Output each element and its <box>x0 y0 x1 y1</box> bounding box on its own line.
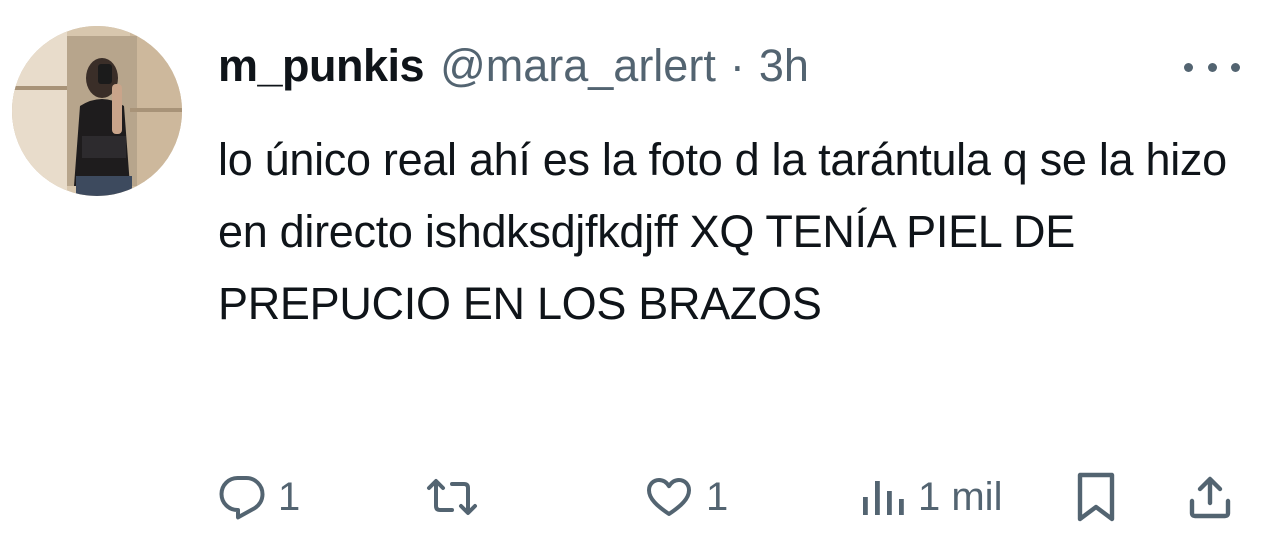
like-count: 1 <box>706 474 729 519</box>
timestamp[interactable]: 3h <box>759 36 809 96</box>
reply-button[interactable]: 1 <box>218 462 300 532</box>
avatar-image <box>12 26 182 196</box>
tweet: m_punkis @mara_arlert · 3h lo único real… <box>0 0 1280 559</box>
tweet-text: lo único real ahí es la foto d la taránt… <box>218 134 1227 329</box>
like-button[interactable]: 1 <box>644 462 728 532</box>
reply-icon <box>219 476 265 520</box>
views-icon <box>863 481 904 515</box>
ellipsis-icon[interactable] <box>1184 52 1240 82</box>
bookmark-button[interactable] <box>1073 462 1119 532</box>
user-handle[interactable]: @mara_arlert <box>440 36 716 96</box>
avatar[interactable] <box>12 26 182 196</box>
reply-count: 1 <box>278 474 301 519</box>
share-button[interactable] <box>1186 462 1234 532</box>
action-bar: 1 1 1 mil <box>218 462 1248 532</box>
share-icon <box>1189 476 1231 519</box>
views-button[interactable]: 1 mil <box>858 462 1002 532</box>
tweet-header: m_punkis @mara_arlert · 3h <box>218 36 809 96</box>
display-name[interactable]: m_punkis <box>218 36 425 96</box>
heart-icon <box>647 478 691 516</box>
separator-dot: · <box>729 40 745 91</box>
retweet-icon <box>427 479 477 515</box>
retweet-button[interactable] <box>426 462 478 532</box>
views-count: 1 mil <box>918 474 1003 519</box>
bookmark-icon <box>1077 472 1115 522</box>
